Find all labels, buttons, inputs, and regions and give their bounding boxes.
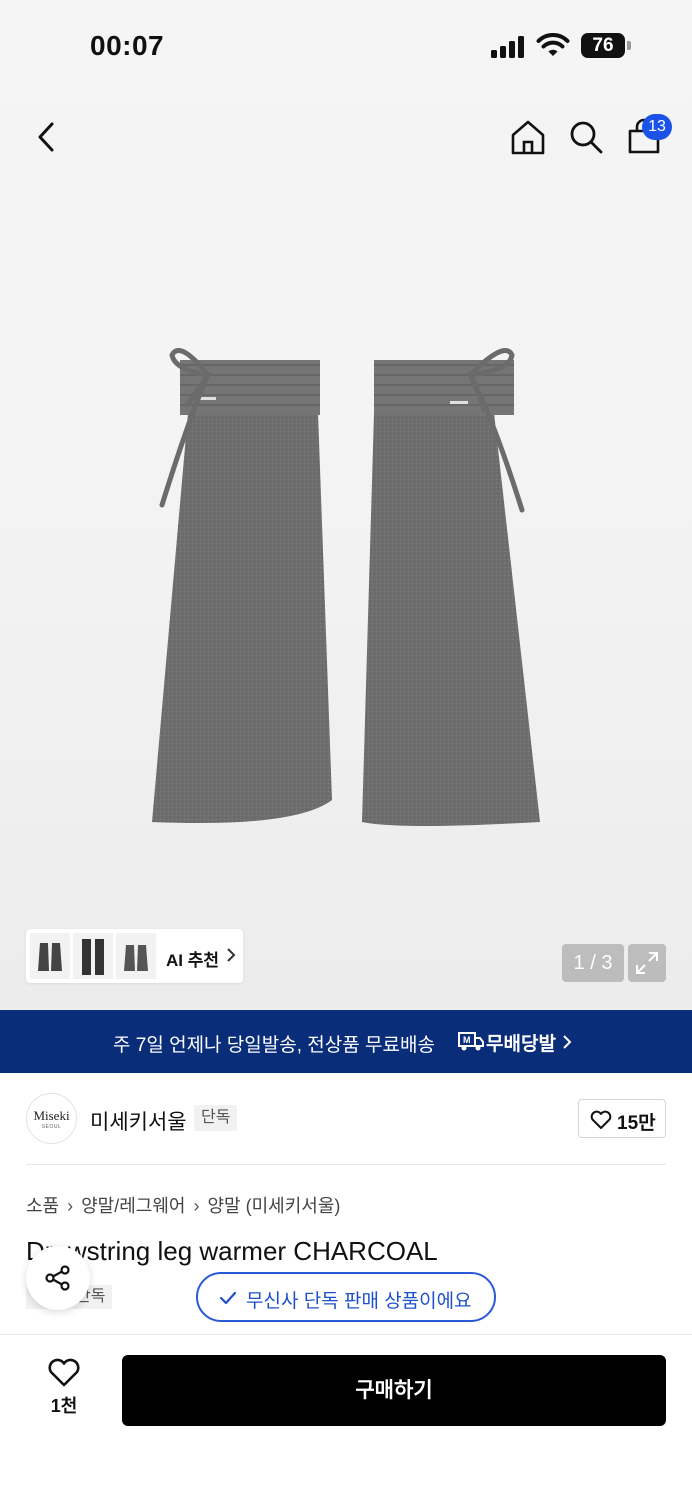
chevron-right-icon [563,1035,572,1049]
thumbnail-1[interactable] [30,933,70,979]
home-icon[interactable] [509,118,547,156]
signal-icon [491,36,525,58]
status-bar: 00:07 76 [0,0,692,92]
wishlist-count: 1천 [50,1396,78,1416]
breadcrumb-item[interactable]: 양말/레그웨어 [81,1196,185,1216]
share-icon [45,1265,70,1291]
cart-count-badge: 13 [642,114,672,140]
thumbnail-3[interactable] [116,933,156,979]
ai-recommend-label[interactable]: AI 추천 [166,946,219,971]
heart-icon [590,1110,612,1129]
exclusive-tooltip: 무신사 단독 판매 상품이에요 [196,1272,496,1322]
share-button[interactable] [26,1246,90,1310]
exclusive-badge: 단독 [194,1105,238,1131]
back-icon[interactable] [34,120,60,154]
buy-button[interactable]: 구매하기 [122,1355,666,1426]
divider [26,1164,666,1165]
battery-tip [627,41,631,50]
svg-text:M: M [463,1035,471,1045]
free-shipping-banner[interactable]: 주 7일 언제나 당일발송, 전상품 무료배송 M 무배당발 [0,1010,692,1073]
chevron-right-icon: › [67,1196,74,1216]
banner-text: 주 7일 언제나 당일발송, 전상품 무료배송 [113,1035,435,1056]
breadcrumb: 소품 › 양말/레그웨어 › 양말 (미세키서울) [26,1192,340,1218]
delivery-truck-icon: M [458,1032,484,1051]
breadcrumb-item[interactable]: 소품 [26,1196,59,1216]
thumbnail-2[interactable] [73,933,113,979]
breadcrumb-item[interactable]: 양말 (미세키서울) [208,1196,341,1216]
check-icon [219,1291,237,1305]
ai-recommend-strip[interactable]: AI 추천 [26,929,243,983]
wishlist-button[interactable]: 1천 [38,1358,90,1422]
expand-icon [636,952,658,974]
product-title: Drawstring leg warmer CHARCOAL [26,1236,438,1266]
battery-indicator: 76 [581,33,625,58]
chevron-right-icon: › [193,1196,200,1216]
status-time: 00:07 [90,30,165,61]
product-photo [152,348,540,826]
tooltip-text: 무신사 단독 판매 상품이에요 [246,1291,472,1312]
chevron-right-icon [227,948,236,962]
brand-like-count: 15만 [617,1113,656,1134]
wifi-icon [536,33,570,56]
brand-logo-text: Miseki [33,1108,70,1123]
product-image-area[interactable]: 00:07 76 13 AI 추천 1 / 3 [0,0,692,1010]
heart-icon [48,1358,80,1387]
brand-logo[interactable]: Miseki SEOUL [26,1093,77,1144]
expand-button[interactable] [628,944,666,982]
banner-brand: 무배당발 [486,1034,556,1055]
brand-name[interactable]: 미세키서울 [90,1106,187,1136]
brand-logo-sub: SEOUL [41,1124,62,1130]
search-icon[interactable] [567,118,605,156]
divider [0,1334,692,1335]
image-counter: 1 / 3 [562,944,624,982]
brand-like-button[interactable]: 15만 [578,1099,666,1138]
